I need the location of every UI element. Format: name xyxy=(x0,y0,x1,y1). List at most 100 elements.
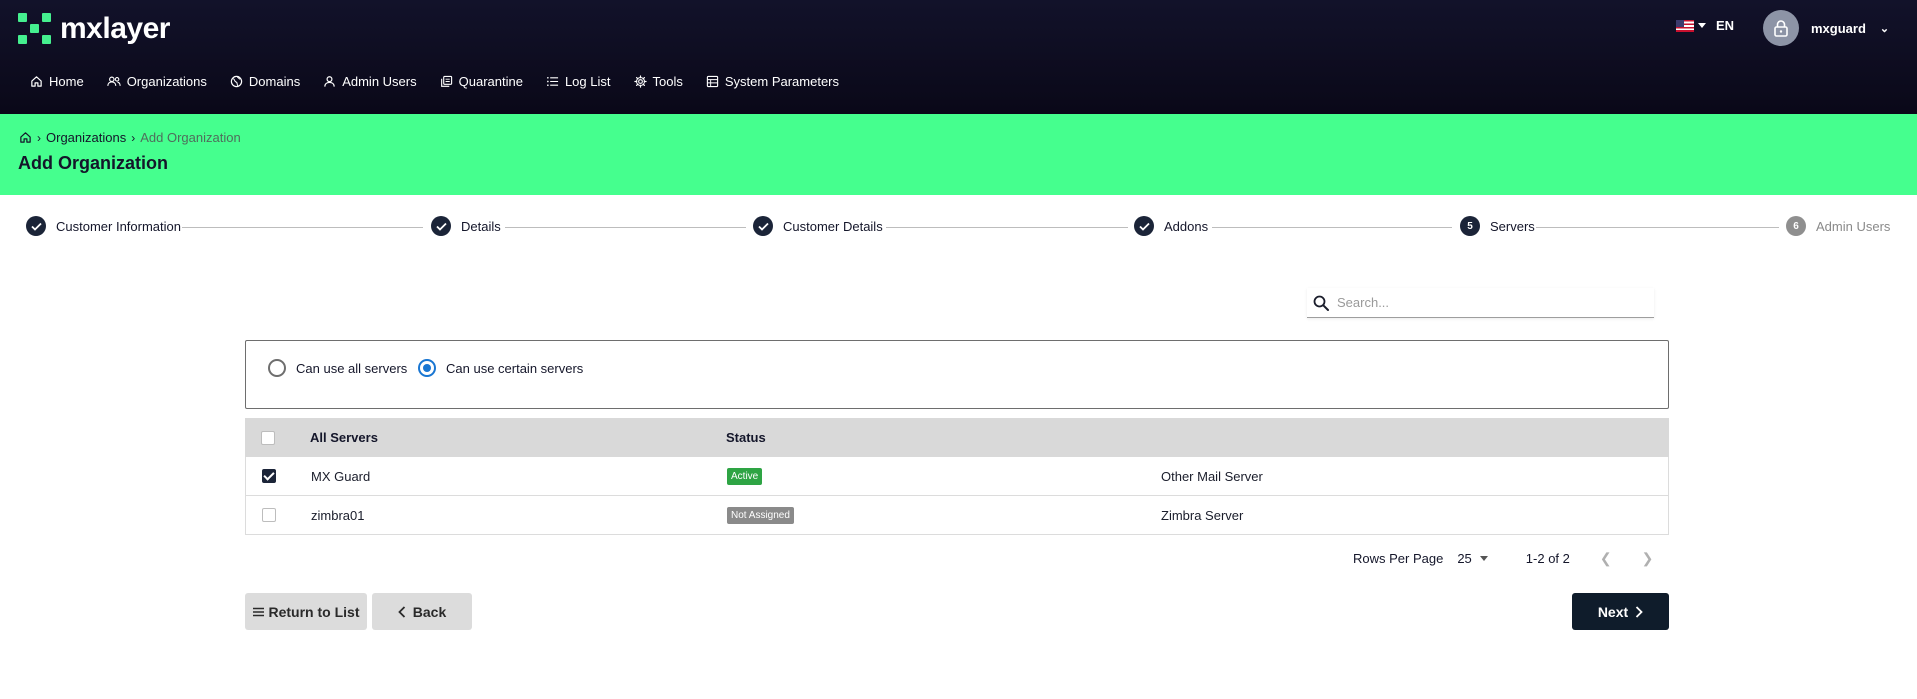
page-header: › Organizations › Add Organization Add O… xyxy=(0,114,1917,195)
server-name: zimbra01 xyxy=(311,507,365,523)
nav-label: Home xyxy=(49,74,84,89)
radio-label: Can use certain servers xyxy=(446,360,584,376)
next-button[interactable]: Next xyxy=(1572,593,1669,630)
top-bar: mxlayer EN mxguard ⌄ Home Organizations … xyxy=(0,0,1917,114)
nav-item-system-parameters[interactable]: System Parameters xyxy=(706,74,839,89)
brand-logo[interactable]: mxlayer xyxy=(18,12,170,46)
nav-item-home[interactable]: Home xyxy=(30,74,84,89)
main-nav: Home Organizations Domains Admin Users Q… xyxy=(30,74,862,89)
chevron-right-icon: › xyxy=(131,130,136,145)
status-badge: Active xyxy=(727,468,763,485)
nav-item-tools[interactable]: Tools xyxy=(633,74,683,89)
nav-item-domains[interactable]: Domains xyxy=(230,74,300,89)
nav-label: System Parameters xyxy=(724,74,840,89)
rows-per-page-select[interactable]: 25 xyxy=(1457,551,1488,566)
brand-name: mxlayer xyxy=(60,12,170,45)
check-icon xyxy=(753,216,773,236)
wizard-stepper: Customer Information Details Customer De… xyxy=(0,216,1917,240)
server-name: MX Guard xyxy=(311,468,371,484)
server-mode-group: Can use all servers Can use certain serv… xyxy=(245,340,1669,409)
logo-grid-icon xyxy=(18,13,52,45)
lock-icon xyxy=(1774,20,1788,37)
list-icon xyxy=(252,607,264,616)
home-icon[interactable] xyxy=(19,131,32,144)
return-to-list-button[interactable]: Return to List xyxy=(245,593,367,630)
table-row[interactable]: zimbra01 Not Assigned Zimbra Server xyxy=(245,496,1669,535)
language-code: EN xyxy=(1716,18,1735,33)
breadcrumb-current: Add Organization xyxy=(140,130,241,145)
step-customer-details: Customer Details xyxy=(753,216,883,236)
step-connector xyxy=(505,227,746,228)
step-connector xyxy=(182,227,423,228)
search-input[interactable] xyxy=(1337,295,1627,310)
radio-checked-icon xyxy=(418,359,436,377)
radio-unchecked-icon xyxy=(268,359,286,377)
breadcrumb: › Organizations › Add Organization xyxy=(19,130,241,145)
header-status: Status xyxy=(726,430,766,445)
back-button[interactable]: Back xyxy=(372,593,472,630)
step-details: Details xyxy=(431,216,501,236)
username: mxguard xyxy=(1811,20,1866,36)
return-label: Return to List xyxy=(268,603,360,620)
step-label: Servers xyxy=(1490,218,1535,234)
chevron-left-icon xyxy=(397,605,405,618)
step-label: Customer Details xyxy=(783,218,883,234)
page-title: Add Organization xyxy=(18,153,168,173)
list-icon xyxy=(546,76,559,87)
row-checkbox[interactable] xyxy=(262,508,276,522)
nav-item-admin-users[interactable]: Admin Users xyxy=(323,74,417,89)
breadcrumb-organizations[interactable]: Organizations xyxy=(46,130,126,145)
step-customer-information: Customer Information xyxy=(26,216,181,236)
home-icon xyxy=(31,76,42,87)
servers-table: All Servers Status MX Guard Active Other… xyxy=(245,418,1669,535)
step-number: 6 xyxy=(1786,216,1806,236)
chevron-down-icon: ⌄ xyxy=(1879,22,1890,35)
step-label: Admin Users xyxy=(1816,218,1891,234)
user-icon xyxy=(324,76,335,87)
select-all-checkbox[interactable] xyxy=(261,430,275,445)
search-icon xyxy=(1313,295,1329,311)
chevron-right-icon: › xyxy=(37,130,41,145)
step-number: 5 xyxy=(1460,216,1480,236)
nav-label: Log List xyxy=(564,74,611,89)
next-label: Next xyxy=(1597,603,1629,620)
rows-per-page-value: 25 xyxy=(1457,551,1472,566)
nav-label: Admin Users xyxy=(342,74,417,89)
row-checkbox[interactable] xyxy=(262,469,276,483)
status-cell: Active xyxy=(727,467,763,485)
chevron-right-icon xyxy=(1636,605,1643,618)
nav-item-organizations[interactable]: Organizations xyxy=(106,74,207,89)
check-icon xyxy=(1134,216,1154,236)
nav-label: Organizations xyxy=(126,74,207,89)
nav-label: Domains xyxy=(248,74,301,89)
page-range: 1-2 of 2 xyxy=(1525,551,1570,566)
table-icon xyxy=(706,75,719,88)
table-row[interactable]: MX Guard Active Other Mail Server xyxy=(245,457,1669,496)
user-menu[interactable]: mxguard ⌄ xyxy=(1763,10,1889,46)
language-selector[interactable]: EN xyxy=(1676,18,1734,33)
radio-all-servers[interactable]: Can use all servers xyxy=(268,359,407,377)
pagination: Rows Per Page 25 1-2 of 2 ❮ ❯ xyxy=(1353,550,1653,567)
server-type: Zimbra Server xyxy=(1161,507,1244,523)
table-header: All Servers Status xyxy=(245,418,1669,457)
next-page-button[interactable]: ❯ xyxy=(1642,550,1654,567)
prev-page-button[interactable]: ❮ xyxy=(1600,550,1612,567)
us-flag-icon xyxy=(1676,19,1694,32)
step-connector xyxy=(886,227,1128,228)
caret-down-icon xyxy=(1698,23,1706,28)
step-servers: 5 Servers xyxy=(1460,216,1535,236)
users-icon xyxy=(106,76,121,86)
search-box xyxy=(1307,288,1654,318)
step-label: Customer Information xyxy=(56,218,181,234)
check-icon xyxy=(431,216,451,236)
step-connector xyxy=(1536,227,1779,228)
nav-item-quarantine[interactable]: Quarantine xyxy=(440,74,523,89)
radio-label: Can use all servers xyxy=(296,360,408,376)
gear-icon xyxy=(633,75,647,88)
caret-down-icon xyxy=(1479,556,1488,561)
server-type: Other Mail Server xyxy=(1161,468,1263,484)
step-addons: Addons xyxy=(1134,216,1208,236)
rows-per-page-label: Rows Per Page xyxy=(1353,551,1444,566)
radio-certain-servers[interactable]: Can use certain servers xyxy=(418,359,583,377)
nav-item-log-list[interactable]: Log List xyxy=(546,74,611,89)
